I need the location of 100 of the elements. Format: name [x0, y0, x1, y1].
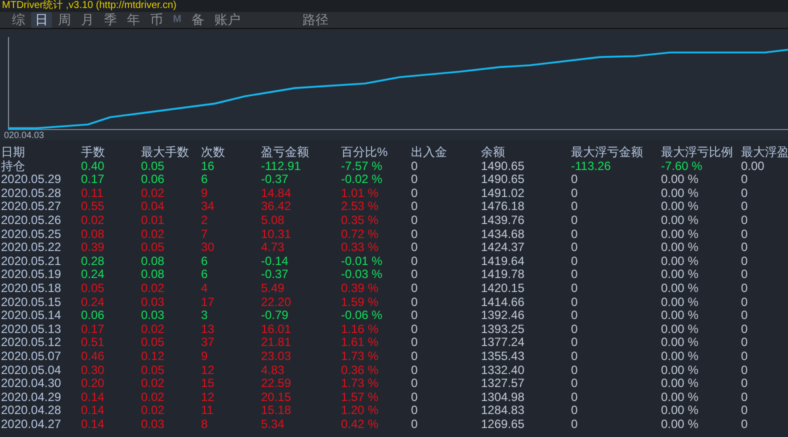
table-cell-text: 0.06	[80, 309, 106, 323]
table-cell-text: 2020.05.27	[0, 200, 62, 214]
table-cell-text: 4	[200, 282, 209, 296]
table-cell-text: 0	[570, 377, 579, 391]
table-cell-text: 0.04	[140, 200, 166, 214]
table-cell-text: 0.05	[140, 241, 166, 255]
table-cell-text: 0.00 %	[660, 309, 700, 323]
table-cell-text: 2020.05.07	[0, 350, 62, 364]
table-cell-text: 1332.40	[480, 364, 526, 378]
table-cell-text: 0	[570, 364, 579, 378]
table-cell-text: 0	[570, 350, 579, 364]
table-cell-text: 1.16 %	[340, 322, 380, 336]
table-cell-text: 0.42 %	[340, 418, 380, 432]
table-cell-text: 2	[200, 214, 209, 228]
table-cell-text: 0.08	[140, 254, 166, 268]
table-cell-text: 0	[570, 404, 579, 418]
table-cell-text: 0.08	[140, 268, 166, 282]
table-cell-text: 0.00 %	[660, 296, 700, 310]
table-cell-text: 0.02	[80, 214, 106, 228]
table-cell-text: 1.73 %	[340, 377, 380, 391]
table-cell-text: 0	[570, 322, 579, 336]
table-cell-text: 0.00 %	[660, 241, 700, 255]
table-cell-text: 1284.83	[480, 404, 526, 418]
table-cell-text: 0.14	[80, 418, 106, 432]
table-cell-text: 0	[740, 254, 749, 268]
table-cell-text: 14.84	[260, 186, 292, 200]
table-cell-text: 2020.04.27	[0, 418, 62, 432]
table-cell-text: 17	[200, 296, 216, 310]
table-cell-text: 0	[410, 377, 419, 391]
table-cell-text: 持仓	[0, 160, 26, 174]
table-cell-text: 0	[410, 418, 419, 432]
table-cell-text: 20.15	[260, 390, 292, 404]
table-cell-text: 37	[200, 336, 216, 350]
table-cell-text: 0.00 %	[660, 322, 700, 336]
table-cell-text: 8	[200, 418, 209, 432]
table-cell-text: 2020.05.26	[0, 214, 62, 228]
table-cell-text: 21.81	[260, 336, 292, 350]
table-cell-text: 0	[570, 200, 579, 214]
tab[interactable]: 路径	[298, 12, 332, 28]
table-cell-text: 0.01	[140, 214, 166, 228]
table-cell-text: -7.57 %	[340, 160, 384, 174]
table-cell-text: 0	[740, 309, 749, 323]
table-cell-text: 0	[740, 350, 749, 364]
table-cell-text: 0.02	[140, 186, 166, 200]
table-cell-text: 1.20 %	[340, 404, 380, 418]
tab[interactable]: 综	[8, 12, 29, 28]
table-cell-text: -0.37	[260, 173, 290, 187]
table-cell-text: 0.00 %	[660, 200, 700, 214]
table-cell-text: 0	[570, 254, 579, 268]
table-cell-text: 1414.66	[480, 296, 526, 310]
tab[interactable]: 备	[187, 12, 208, 28]
table-cell-text: 1.73 %	[340, 350, 380, 364]
table-cell-text: 1.01 %	[340, 186, 380, 200]
table-cell-text: 2020.05.21	[0, 254, 62, 268]
table-cell-text: 0	[410, 268, 419, 282]
table-cell-text: 0.33 %	[340, 241, 380, 255]
table-cell-text: 22.59	[260, 377, 292, 391]
table-cell-text: 0.00 %	[660, 228, 700, 242]
table-cell-text: 0	[740, 228, 749, 242]
table-cell-text: 0.40	[80, 160, 106, 174]
table-cell-text: 2020.05.15	[0, 296, 62, 310]
table-cell-text: 1419.78	[480, 268, 526, 282]
table-cell-text: 0	[410, 241, 419, 255]
table-cell-text: 6	[200, 254, 209, 268]
tab[interactable]: 季	[100, 12, 121, 28]
table-cell-text: 1490.65	[480, 160, 526, 174]
table-cell-text: 2020.04.30	[0, 377, 62, 391]
table-cell-text: -0.03 %	[340, 268, 384, 282]
table-cell-text: 0.39	[80, 241, 106, 255]
column-header: 盈亏金额	[260, 146, 310, 160]
table-cell-text: 2020.05.13	[0, 322, 62, 336]
table-cell-text: 0.00 %	[660, 268, 700, 282]
table-cell-text: -112.91	[260, 160, 302, 174]
table-cell-text: 0.55	[80, 200, 106, 214]
table-cell-text: 0.28	[80, 254, 106, 268]
column-header: 次数	[200, 146, 226, 160]
table-cell-text: 0	[410, 214, 419, 228]
table-cell-text: 0.00 %	[660, 173, 700, 187]
tab[interactable]: 年	[123, 12, 144, 28]
table-cell-text: 0	[740, 186, 749, 200]
tab[interactable]: 日	[31, 12, 52, 28]
table-cell-text: 0	[410, 404, 419, 418]
table-cell-text: 0	[740, 282, 749, 296]
table-cell-text: 2020.05.22	[0, 241, 62, 255]
table-cell-text: 0.30	[80, 364, 106, 378]
table-cell-text: -0.06 %	[340, 309, 384, 323]
tab[interactable]: 月	[77, 12, 98, 28]
table-cell-text: 0	[410, 173, 419, 187]
table-cell-text: -113.26	[570, 160, 612, 174]
table-cell-text: 0	[570, 282, 579, 296]
table-cell-text: 1304.98	[480, 390, 526, 404]
tab[interactable]: 账户	[210, 12, 244, 28]
table-cell-text: 0.00 %	[660, 418, 700, 432]
table-cell-text: 1392.46	[480, 309, 526, 323]
tab[interactable]: 币	[146, 12, 167, 28]
table-cell-text: 1491.02	[480, 186, 526, 200]
table-cell-text: 0	[410, 160, 419, 174]
tab[interactable]: 周	[54, 12, 75, 28]
table-cell-text: 0.05	[140, 364, 166, 378]
table-cell-text: 6	[200, 268, 209, 282]
